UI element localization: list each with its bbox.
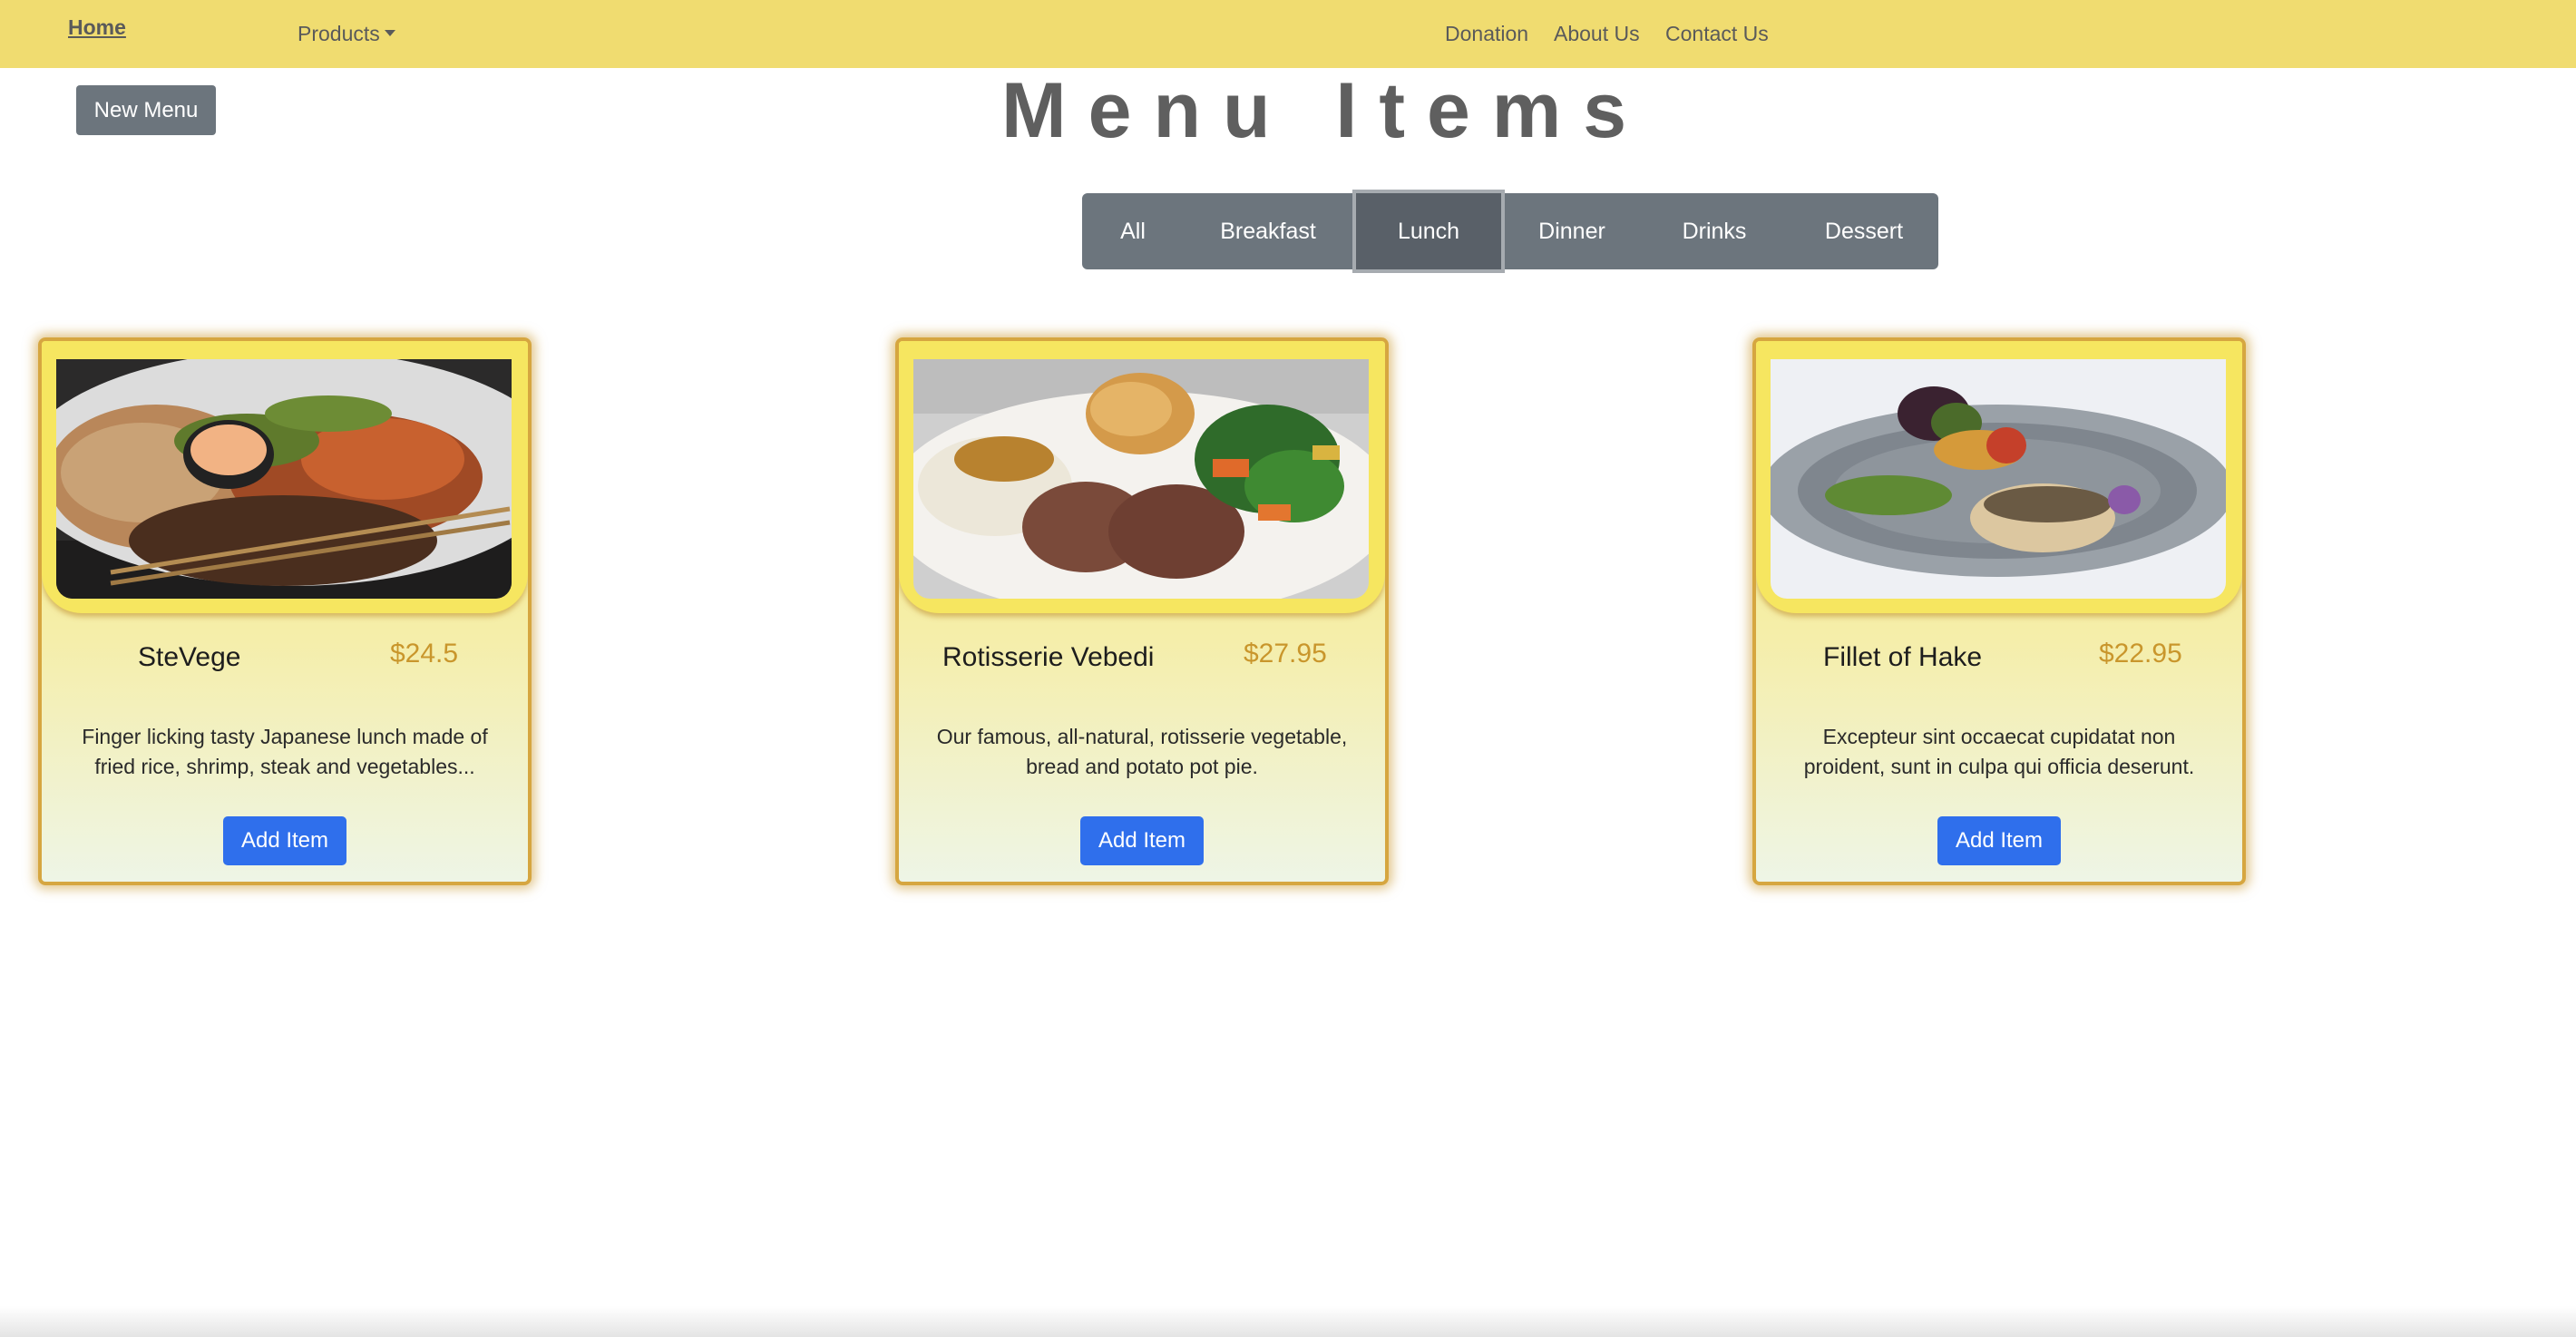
add-item-button[interactable]: Add Item [1937,816,2061,865]
food-image-fillet-of-hake [1771,359,2226,599]
food-image-stevege [56,359,512,599]
item-name: Fillet of Hake [1823,642,1983,672]
item-name: SteVege [138,642,241,672]
filter-dessert-button[interactable]: Dessert [1790,193,1938,269]
add-item-button[interactable]: Add Item [223,816,346,865]
page-title: Menu Items [1001,67,1649,154]
card-image-frame [1756,341,2242,613]
filter-breakfast-button[interactable]: Breakfast [1184,193,1352,269]
nav-home-link[interactable]: Home [68,0,126,62]
caret-down-icon [384,30,395,37]
item-description: Our famous, all-natural, rotisserie vege… [936,725,1348,778]
item-price: $24.5 [390,639,459,668]
item-name: Rotisserie Vebedi [942,642,1155,672]
category-filter-group: All Breakfast Lunch Dinner Drinks Desser… [1082,190,1938,273]
filter-all-button[interactable]: All [1082,193,1184,269]
add-item-button[interactable]: Add Item [1080,816,1204,865]
bottom-shadow [0,1306,2576,1337]
nav-products-dropdown[interactable]: Products [298,0,395,68]
menu-card: SteVege $24.5 Finger licking tasty Japan… [38,337,532,885]
menu-card: Rotisserie Vebedi $27.95 Our famous, all… [895,337,1389,885]
nav-contact-link[interactable]: Contact Us [1665,0,1769,68]
item-description: Finger licking tasty Japanese lunch made… [82,725,488,778]
filter-dinner-button[interactable]: Dinner [1505,193,1639,269]
filter-drinks-button[interactable]: Drinks [1639,193,1790,269]
item-price: $22.95 [2099,639,2182,668]
menu-card: Fillet of Hake $22.95 Excepteur sint occ… [1752,337,2246,885]
card-image-frame [899,341,1385,613]
filter-lunch-button[interactable]: Lunch [1352,190,1505,273]
food-image-rotisserie-vebedi [913,359,1369,599]
item-description: Excepteur sint occaecat cupidatat non pr… [1803,725,2195,778]
nav-products-label: Products [298,22,380,45]
item-price: $27.95 [1244,639,1327,668]
card-image-frame [42,341,528,613]
new-menu-button[interactable]: New Menu [76,85,216,135]
